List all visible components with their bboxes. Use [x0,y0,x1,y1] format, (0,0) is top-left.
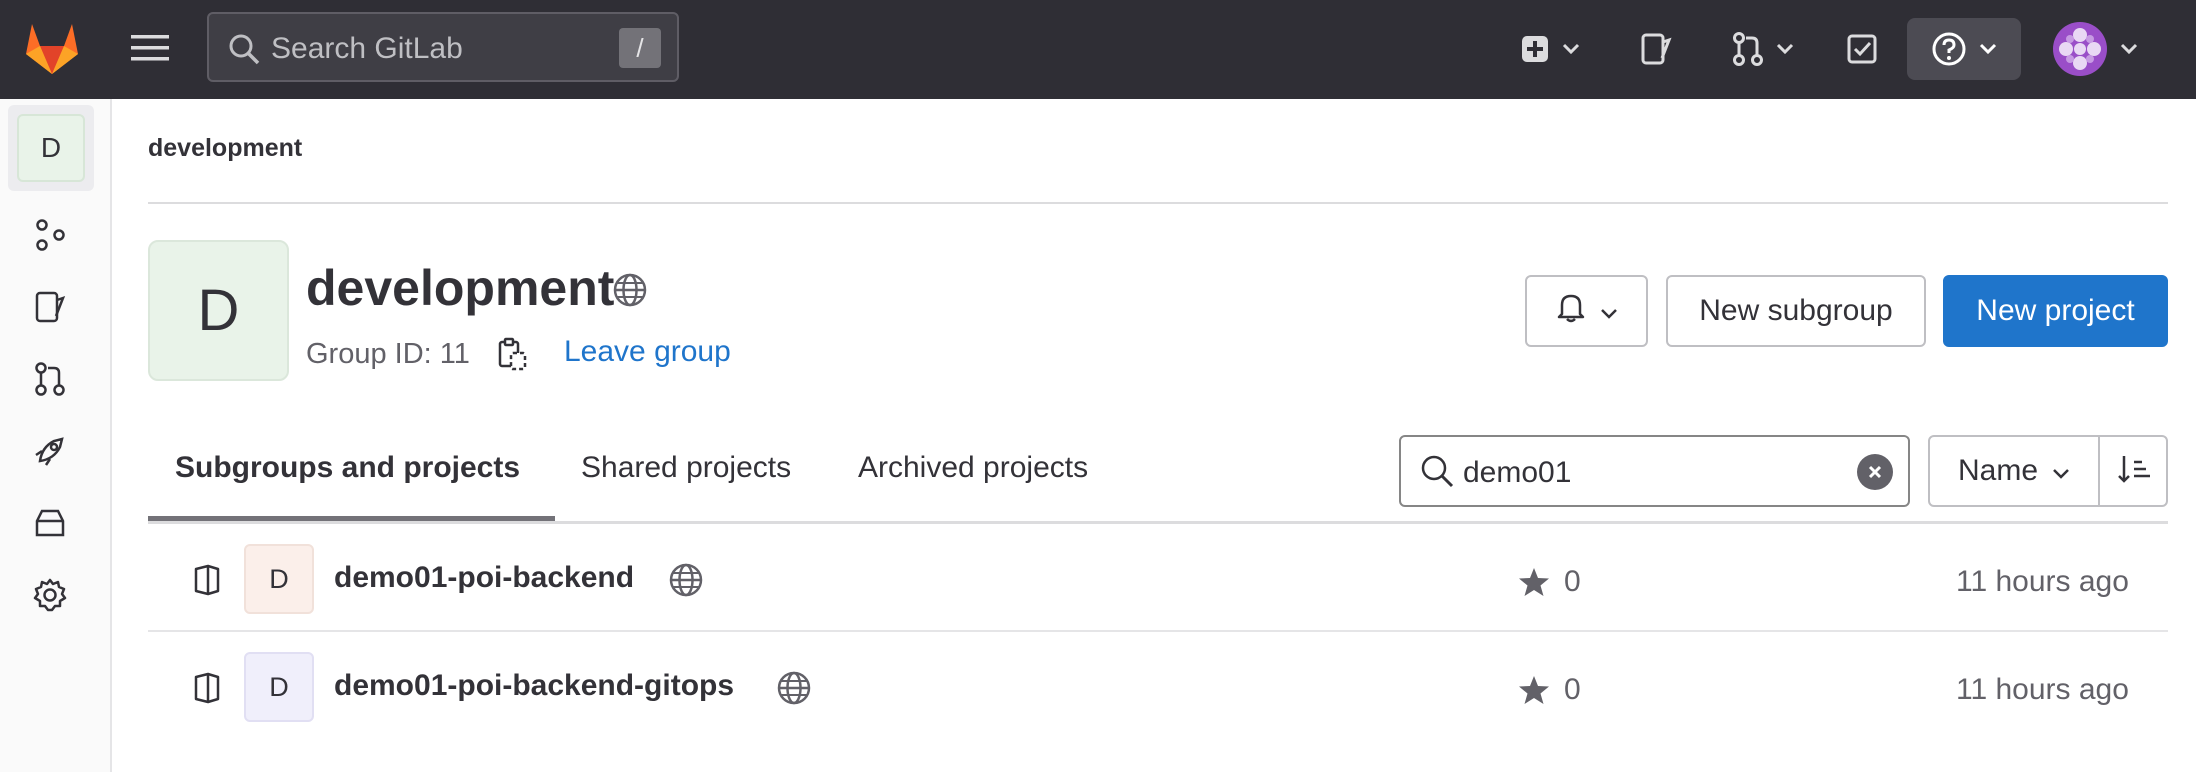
user-avatar [2052,21,2108,77]
globe-icon [668,562,704,603]
project-book-icon [192,672,222,709]
group-avatar: D [148,240,289,381]
sort-by-dropdown[interactable]: Name [1930,437,2100,505]
chevron-down-icon [1562,43,1580,55]
new-project-button[interactable]: New project [1943,275,2168,347]
group-icon [33,218,67,257]
updated-time: 11 hours ago [1956,565,2129,598]
sort-controls: Name [1928,435,2168,507]
chevron-down-icon [1600,294,1618,328]
issues-icon [1640,32,1672,66]
project-row[interactable]: D demo01-poi-backend 0 11 hours ago [148,526,2168,632]
project-row[interactable]: D demo01-poi-backend-gitops 0 11 hours a… [148,634,2168,740]
issues-icon [34,290,66,329]
star-count: 0 [1564,673,1581,706]
sort-lowest-icon [2116,454,2152,489]
gitlab-logo-icon[interactable] [20,16,84,80]
merge-requests-dropdown[interactable] [1718,18,1808,80]
tabs-divider [148,521,2168,524]
merge-request-icon [34,361,66,402]
gear-icon [32,577,68,618]
notification-settings-dropdown[interactable] [1525,275,1648,347]
globe-icon [612,272,648,313]
chevron-down-icon [2120,43,2138,55]
question-circle-icon [1931,31,1967,67]
merge-request-icon [1732,31,1764,67]
issues-button[interactable] [1628,18,1684,80]
sidebar-group-avatar: D [17,114,85,182]
project-name-link[interactable]: demo01-poi-backend [334,560,634,596]
sort-by-label: Name [1957,454,2039,487]
rocket-icon [32,433,68,474]
chevron-down-icon [1979,43,1997,55]
filter-search-input[interactable]: demo01 [1399,435,1910,507]
search-icon [1419,453,1455,494]
create-new-dropdown[interactable] [1510,18,1590,80]
updated-time: 11 hours ago [1956,673,2129,706]
menu-icon[interactable] [128,28,172,68]
group-id: Group ID: 11 [306,338,470,370]
bell-icon [1556,291,1586,331]
sort-direction-button[interactable] [2102,437,2166,505]
todo-checkbox-icon [1846,33,1878,65]
project-avatar: D [244,652,314,722]
project-name-link[interactable]: demo01-poi-backend-gitops [334,668,734,704]
todos-button[interactable] [1834,18,1890,80]
project-book-icon [192,564,222,601]
search-shortcut-hint: / [619,28,661,68]
sidebar-group-context[interactable]: D [8,105,94,191]
clear-icon[interactable] [1857,454,1893,490]
search-icon [227,32,261,66]
tab-subgroups-and-projects[interactable]: Subgroups and projects [175,450,520,486]
leave-group-link[interactable]: Leave group [564,334,731,370]
user-menu-dropdown[interactable] [2040,18,2150,80]
tab-archived-projects[interactable]: Archived projects [858,450,1088,486]
sidebar-item-ci-cd[interactable] [30,433,70,473]
filter-search-value: demo01 [1463,456,1572,489]
breadcrumb-divider [148,202,2168,204]
chevron-down-icon [1776,43,1794,55]
top-navigation-bar: Search GitLab / [0,0,2196,99]
group-title: development [306,260,615,316]
group-sidebar: D [0,99,112,772]
star-icon[interactable] [1518,566,1550,603]
project-avatar: D [244,544,314,614]
help-dropdown[interactable] [1907,18,2021,80]
sidebar-item-packages[interactable] [30,505,70,545]
star-count: 0 [1564,565,1581,598]
sidebar-item-group-overview[interactable] [30,217,70,257]
plus-square-icon [1520,34,1550,64]
package-icon [33,507,67,544]
global-search-input[interactable]: Search GitLab / [207,12,679,82]
tab-shared-projects[interactable]: Shared projects [581,450,791,486]
sidebar-item-issues[interactable] [30,289,70,329]
new-subgroup-button[interactable]: New subgroup [1666,275,1926,347]
chevron-down-icon [2052,454,2070,488]
breadcrumb[interactable]: development [148,134,302,163]
search-placeholder: Search GitLab [271,32,463,65]
copy-icon[interactable] [496,336,528,377]
star-icon[interactable] [1518,674,1550,711]
globe-icon [776,670,812,711]
sidebar-item-merge-requests[interactable] [30,361,70,401]
sidebar-item-settings[interactable] [30,577,70,617]
